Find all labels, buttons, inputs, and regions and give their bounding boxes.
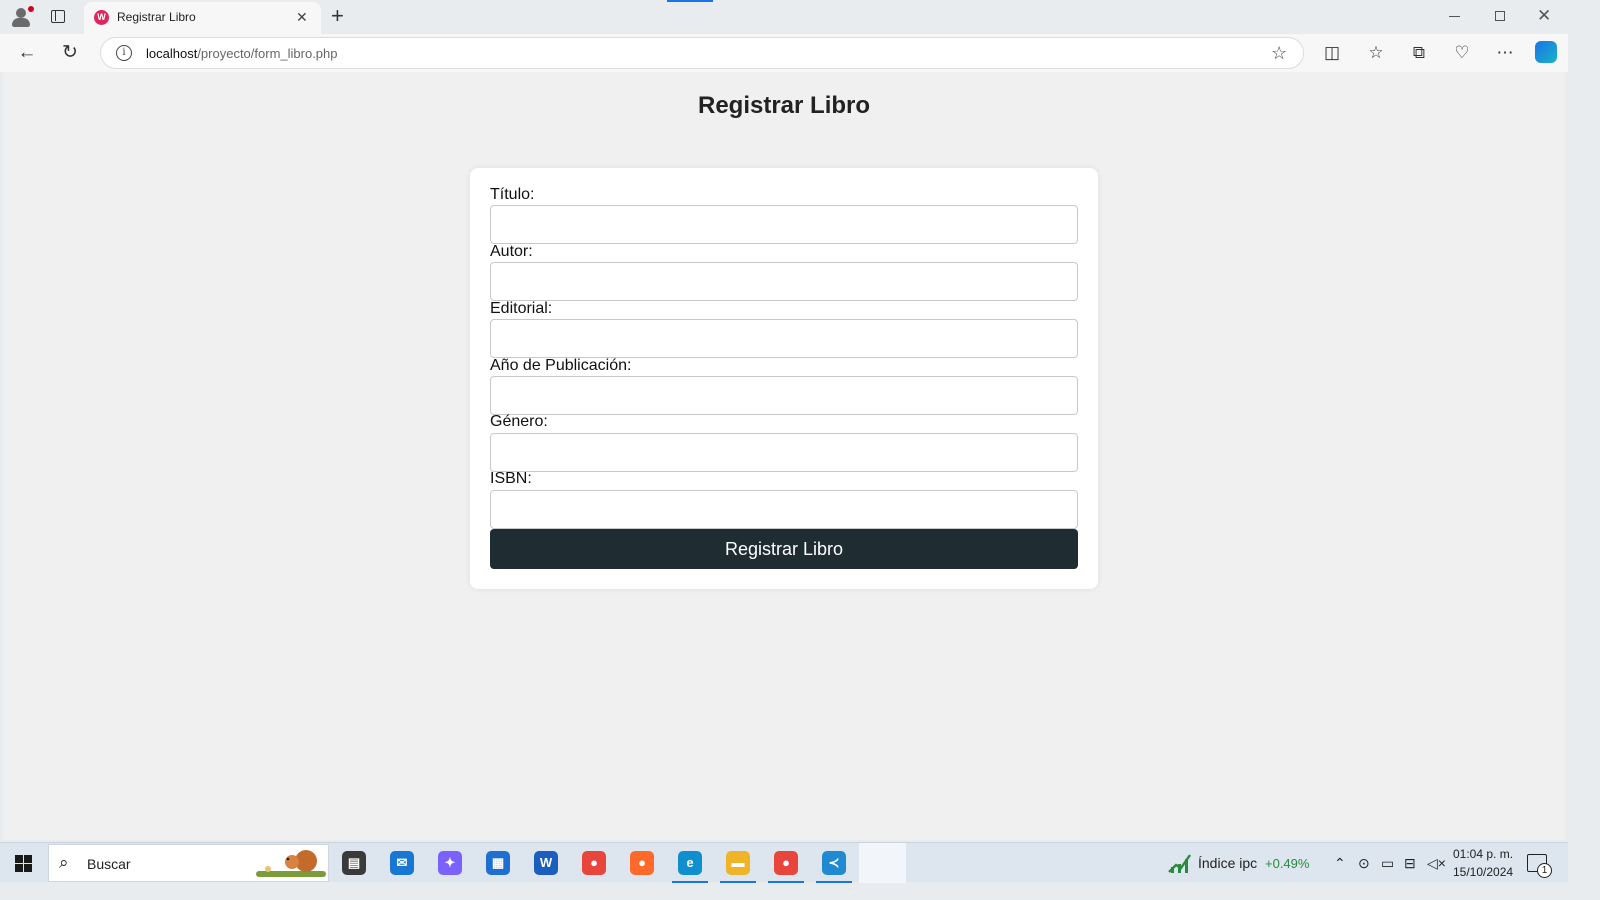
chrome-icon-2[interactable]: ● xyxy=(768,848,804,883)
browser-essentials-icon[interactable]: ♡ xyxy=(1451,42,1473,64)
tab-close-icon[interactable]: ✕ xyxy=(296,9,308,25)
genero-input[interactable] xyxy=(490,433,1078,472)
vscode-icon[interactable]: ≺ xyxy=(816,848,852,883)
chrome-icon-glyph: ● xyxy=(582,851,606,875)
page-content: Registrar Libro Título: Autor: Editorial… xyxy=(3,72,1565,840)
running-indicator xyxy=(816,881,852,883)
vscode-icon-glyph: ≺ xyxy=(822,851,846,875)
loading-indicator xyxy=(667,0,713,2)
search-icon: ⌕ xyxy=(59,853,69,872)
stock-chart-icon[interactable] xyxy=(1168,852,1192,874)
file-explorer-icon[interactable]: ▬ xyxy=(720,848,756,883)
restore-icon[interactable] xyxy=(1495,11,1505,21)
file-explorer-icon-glyph: ▬ xyxy=(726,851,750,875)
window-close-icon[interactable]: ✕ xyxy=(1537,6,1551,26)
edge-icon[interactable]: e xyxy=(672,848,708,883)
search-label: Buscar xyxy=(87,856,131,872)
editorial-input[interactable] xyxy=(490,319,1078,358)
squirrel-highlight-icon xyxy=(256,850,326,877)
copilot-app-icon[interactable]: ✦ xyxy=(436,848,464,878)
anio-publicacion-input[interactable] xyxy=(490,376,1078,415)
mail-icon-glyph: ✉ xyxy=(390,851,414,875)
running-indicator xyxy=(720,881,756,883)
clock-time[interactable]: 01:04 p. m. xyxy=(1453,847,1513,861)
profile-icon[interactable] xyxy=(9,5,34,29)
isbn-label: ISBN: xyxy=(490,470,532,487)
tab-title: Registrar Libro xyxy=(117,10,196,24)
running-indicator xyxy=(768,881,804,883)
new-tab-button[interactable]: + xyxy=(331,4,344,28)
notification-count: 1 xyxy=(1537,863,1552,878)
battery-icon[interactable]: ▭ xyxy=(1381,854,1394,872)
minimize-icon[interactable] xyxy=(1449,16,1460,17)
autor-label: Autor: xyxy=(490,243,533,260)
page-title: Registrar Libro xyxy=(697,92,871,119)
site-favicon-icon: W xyxy=(94,10,109,25)
copilot-app-icon-glyph: ✦ xyxy=(438,851,462,875)
tab-actions-icon[interactable] xyxy=(48,7,68,27)
genero-label: Género: xyxy=(490,413,548,430)
ipc-widget-value: +0.49% xyxy=(1265,856,1310,871)
tab-bar: W Registrar Libro ✕ + ✕ xyxy=(0,0,1568,34)
chrome-icon-2-glyph: ● xyxy=(774,851,798,875)
word-icon[interactable]: W xyxy=(532,848,560,878)
meet-now-icon[interactable]: ⊙ xyxy=(1358,854,1370,872)
taskbar: ⌕ Buscar ▤✉✦▦W●●e▬●≺✕ Índice ipc +0.49% … xyxy=(0,842,1568,883)
navigation-bar: ← ↻ i localhost/proyecto/form_libro.php … xyxy=(0,34,1568,72)
tab-registrar-libro[interactable]: W Registrar Libro ✕ xyxy=(84,2,321,34)
firefox-icon[interactable]: ● xyxy=(628,848,656,878)
taskbar-search[interactable]: ⌕ Buscar xyxy=(48,844,329,882)
word-icon-glyph: W xyxy=(534,851,558,875)
task-view-icon[interactable]: ▤ xyxy=(340,848,368,878)
task-view-icon-glyph: ▤ xyxy=(342,851,366,875)
titulo-label: Título: xyxy=(490,186,535,203)
address-bar[interactable]: i localhost/proyecto/form_libro.php ☆ xyxy=(100,37,1304,69)
store-icon-glyph: ▦ xyxy=(486,851,510,875)
mail-icon[interactable]: ✉ xyxy=(388,848,416,878)
collections-icon[interactable]: ⧉ xyxy=(1408,42,1430,64)
network-icon[interactable]: ⊟ xyxy=(1404,854,1416,872)
ipc-widget-label[interactable]: Índice ipc xyxy=(1198,855,1257,871)
url-text: localhost/proyecto/form_libro.php xyxy=(146,46,338,61)
refresh-icon[interactable]: ↻ xyxy=(59,42,81,64)
chrome-icon[interactable]: ● xyxy=(580,848,608,878)
titulo-input[interactable] xyxy=(490,205,1078,244)
chevron-up-icon[interactable]: ⌃ xyxy=(1334,854,1346,872)
split-screen-icon[interactable]: ◫ xyxy=(1321,42,1343,64)
more-icon[interactable]: ⋯ xyxy=(1494,42,1516,64)
autor-input[interactable] xyxy=(490,262,1078,301)
edge-icon-glyph: e xyxy=(678,851,702,875)
back-icon[interactable]: ← xyxy=(16,42,38,64)
store-icon[interactable]: ▦ xyxy=(484,848,512,878)
active-app-highlight xyxy=(859,843,906,883)
volume-muted-icon[interactable]: ◁× xyxy=(1427,854,1446,872)
registrar-libro-button[interactable]: Registrar Libro xyxy=(490,529,1078,569)
firefox-icon-glyph: ● xyxy=(630,851,654,875)
isbn-input[interactable] xyxy=(490,490,1078,529)
site-info-icon[interactable]: i xyxy=(116,45,132,61)
editorial-label: Editorial: xyxy=(490,300,553,317)
running-indicator xyxy=(672,881,708,883)
book-form: Título: Autor: Editorial: Año de Publica… xyxy=(470,168,1098,589)
favorites-icon[interactable]: ☆ xyxy=(1365,42,1387,64)
copilot-icon[interactable] xyxy=(1535,41,1557,63)
windows-start-icon[interactable] xyxy=(15,855,32,872)
clock-date[interactable]: 15/10/2024 xyxy=(1453,865,1513,879)
favorite-star-icon[interactable]: ☆ xyxy=(1271,43,1287,63)
anio-publicacion-label: Año de Publicación: xyxy=(490,357,632,374)
